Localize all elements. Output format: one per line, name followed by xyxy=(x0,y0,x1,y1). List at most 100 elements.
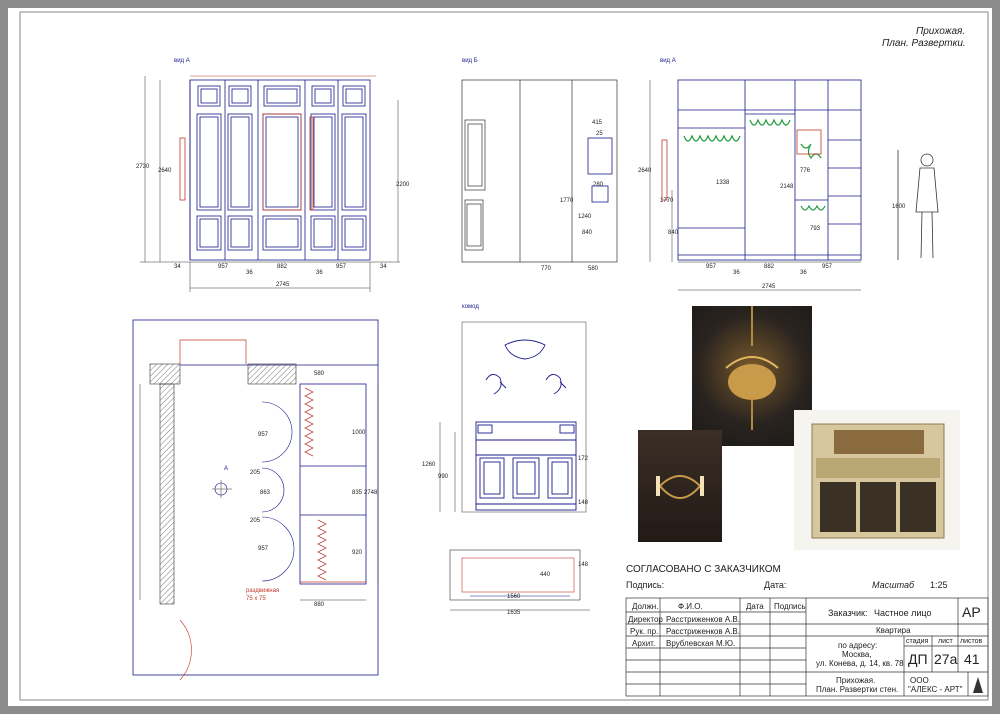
tb-company-1: ООО xyxy=(910,676,929,685)
view-label-c: вид А xyxy=(660,58,676,64)
scale-value: 1:25 xyxy=(930,580,948,590)
dim-section-right: 148 xyxy=(578,562,589,568)
dim-e3-mid4: 793 xyxy=(810,226,821,232)
dim-h-total: 2730 xyxy=(136,164,150,170)
tb-row-2-name: Расстриженков А.В. xyxy=(666,627,740,636)
tb-row-1-name: Расстриженков А.В. xyxy=(666,615,740,624)
dim-b0: 34 xyxy=(174,264,181,270)
tb-row-2-position: Рук. пр. xyxy=(630,627,659,636)
cabinet-photo xyxy=(794,410,960,550)
scale-label: Масштаб xyxy=(872,580,915,590)
dim-e2-h3: 840 xyxy=(582,230,593,236)
elevations-drawing xyxy=(19,11,989,701)
dim-b3: 882 xyxy=(277,264,288,270)
tb-row-3-position: Архит. xyxy=(632,639,656,648)
dim-console-body: 990 xyxy=(438,474,449,480)
company-logo-icon xyxy=(972,676,984,694)
elevation-3 xyxy=(677,79,862,261)
dim-h-inner: 2640 xyxy=(158,168,172,174)
tb-sheet-title-2: План. Развертки стен. xyxy=(816,685,899,694)
dim-e3-b4: 957 xyxy=(822,264,833,270)
tb-h-sign: Подпись xyxy=(774,602,806,611)
signature-label: Подпись: xyxy=(626,580,665,590)
tb-h-sheet: лист xyxy=(938,638,953,645)
dim-e3-left2: 1770 xyxy=(660,198,674,204)
dim-plan-total: 2748 xyxy=(364,490,378,496)
tb-h-name: Ф.И.О. xyxy=(678,602,703,611)
dim-e2-h2: 1240 xyxy=(578,214,592,220)
tb-sheets: 41 xyxy=(964,651,980,667)
view-label-console: комод xyxy=(462,304,479,310)
tb-stage: ДП xyxy=(908,651,928,667)
dim-b2: 36 xyxy=(246,270,253,276)
tb-sheet: 27а xyxy=(934,651,958,667)
dim-e3-b0: 957 xyxy=(706,264,717,270)
sconce-photo xyxy=(638,430,722,542)
dim-console-top: 172 xyxy=(578,456,589,462)
dim-person: 1600 xyxy=(892,204,906,210)
tb-object: Квартира xyxy=(876,626,911,635)
view-label-b: вид Б xyxy=(462,58,478,64)
section-drawing xyxy=(449,549,590,611)
dim-e3-left3: 840 xyxy=(668,230,679,236)
tb-customer-label: Заказчик: xyxy=(828,608,868,618)
dim-e3-mid3: 776 xyxy=(800,168,811,174)
dim-b5: 957 xyxy=(336,264,347,270)
view-label-a: вид А xyxy=(174,58,190,64)
dim-plan-w3: 957 xyxy=(258,546,269,552)
dim-plan-r1: 1000 xyxy=(352,430,366,436)
dim-overall-1: 2745 xyxy=(276,282,290,288)
dim-b1: 957 xyxy=(218,264,229,270)
plan-note-2: 75 x 75 xyxy=(246,596,266,602)
tb-address-3: ул. Конева, д. 14, кв. 78 xyxy=(816,659,904,668)
tb-row-3-name: Врублевская М.Ю. xyxy=(666,639,736,648)
tb-h-sheets: листов xyxy=(960,638,983,645)
elevation-1 xyxy=(189,79,371,261)
dim-e2-b0: 770 xyxy=(541,266,552,272)
dim-section-h: 440 xyxy=(540,572,551,578)
elevation-2 xyxy=(461,79,618,263)
dim-e2-box: 280 xyxy=(593,182,604,188)
dim-e3-left1: 2640 xyxy=(638,168,652,174)
dim-plan-r3: 920 xyxy=(352,550,363,556)
dim-e3-b1: 36 xyxy=(733,270,740,276)
tb-sheet-title-1: Прихожая. xyxy=(836,676,876,685)
dim-console-total: 1260 xyxy=(422,462,436,468)
dim-e3-mid1: 1338 xyxy=(716,180,730,186)
dim-e2-top1: 415 xyxy=(592,120,603,126)
dim-plan-top: 580 xyxy=(314,371,325,377)
tb-h-stage: стадия xyxy=(906,638,929,645)
dim-overall-3: 2745 xyxy=(762,284,776,290)
tb-company-2: "АЛЕКС - АРТ" xyxy=(908,685,963,694)
dim-plan-r2: 835 xyxy=(352,490,363,496)
tb-code: АР xyxy=(962,604,981,620)
dim-plan-s2: 205 xyxy=(250,518,261,524)
dim-e2-b1: 580 xyxy=(588,266,599,272)
approval-title: СОГЛАСОВАНО С ЗАКАЗЧИКОМ xyxy=(626,564,781,575)
tb-customer: Частное лицо xyxy=(874,608,932,618)
dim-section-w1: 1560 xyxy=(507,594,521,600)
plan-axis-label: А xyxy=(224,466,229,472)
dim-section-w2: 1635 xyxy=(507,610,521,616)
dim-e3-b3: 36 xyxy=(800,270,807,276)
tb-h-position: Должн. xyxy=(632,602,659,611)
dim-plan-w2: 863 xyxy=(260,490,271,496)
dim-plan-bottom: 880 xyxy=(314,602,325,608)
dim-console-base: 148 xyxy=(578,500,589,506)
console-elevation xyxy=(461,321,587,513)
dim-plan-s1: 205 xyxy=(250,470,261,476)
dim-e2-h1: 1770 xyxy=(560,198,574,204)
tb-h-date: Дата xyxy=(746,602,764,611)
dim-plan-w1: 957 xyxy=(258,432,269,438)
plan-note-1: раздвижная xyxy=(246,588,280,594)
dim-b4: 36 xyxy=(316,270,323,276)
dim-e2-top2: 25 xyxy=(596,131,603,137)
date-label: Дата: xyxy=(764,580,787,590)
tb-row-1-position: Директор xyxy=(628,615,663,624)
dim-e3-mid2: 2148 xyxy=(780,184,794,190)
dim-h-right: 2200 xyxy=(396,182,410,188)
dim-e3-b2: 882 xyxy=(764,264,775,270)
tb-address-2: Москва, xyxy=(842,650,872,659)
tb-address-1: по адресу: xyxy=(838,641,878,650)
dim-b6: 34 xyxy=(380,264,387,270)
